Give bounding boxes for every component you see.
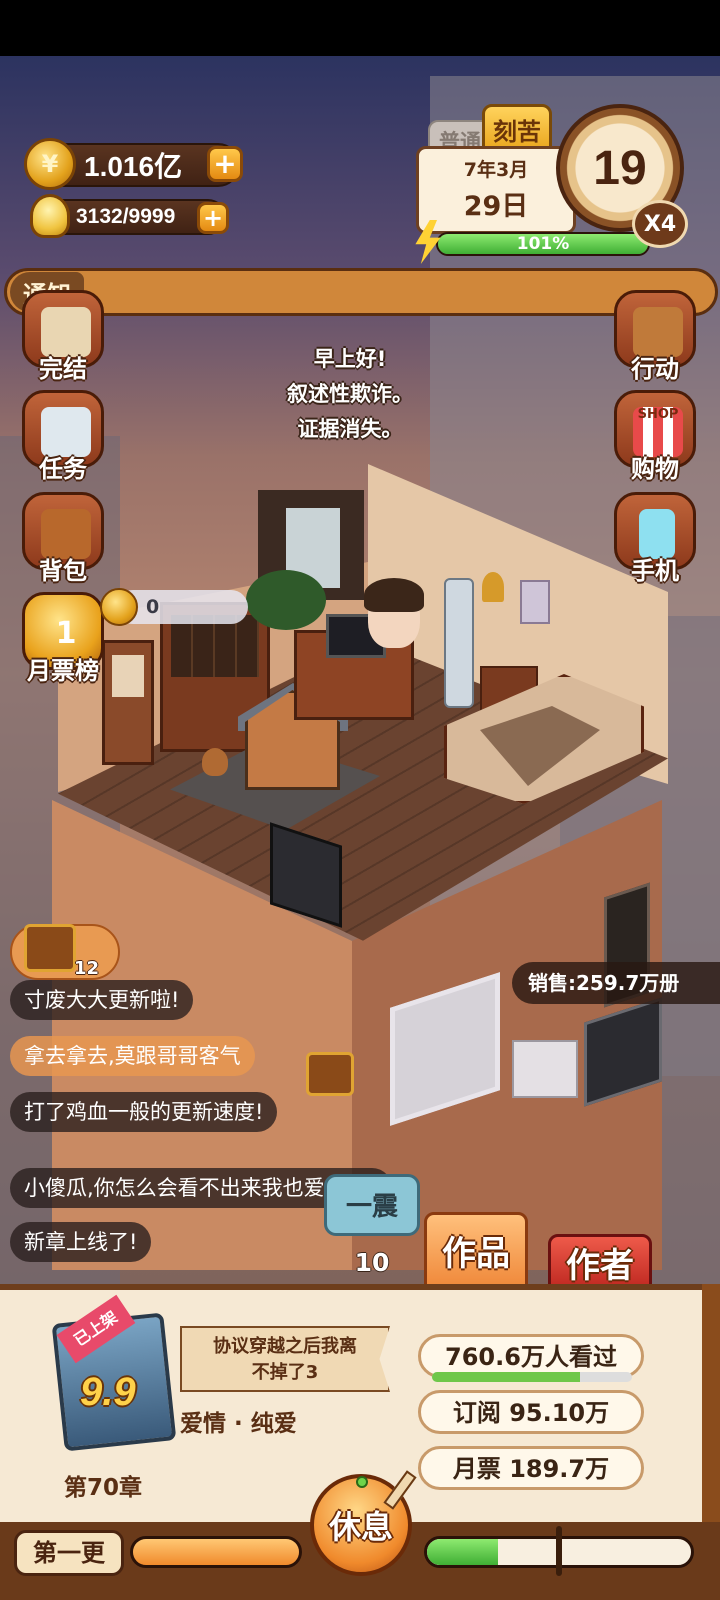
wall-poster [520, 580, 550, 624]
notification-dot [356, 1476, 368, 1488]
chest-count: 12 [74, 958, 100, 979]
menu-finish-label: 完结 [39, 355, 87, 383]
tower-fan [444, 578, 474, 708]
book-score: 9.9 [80, 1370, 136, 1414]
menu-ranking-label: 月票榜 [27, 657, 99, 685]
book-genre: 爱情 · 纯爱 [180, 1411, 297, 1437]
tab-works[interactable]: 作品 [424, 1212, 528, 1288]
trophy-icon [482, 572, 504, 602]
speed-multiplier-button[interactable]: X4 [632, 200, 688, 248]
speech-line-3: 证据消失。 [297, 417, 403, 441]
book-title-line-2: 不掉了3 [251, 1362, 319, 1383]
vote-button[interactable]: 一震 [324, 1174, 420, 1236]
coin-bubble-value: 0 [146, 596, 160, 618]
lightbulb-icon [30, 194, 70, 238]
writing-progress-fill [427, 1539, 499, 1565]
writer-character[interactable] [364, 578, 424, 648]
coin-icon [24, 138, 76, 190]
potted-plant [246, 570, 326, 630]
menu-task-button[interactable]: 任务 [18, 390, 108, 483]
sales-counter: 销售:259.7万册 [512, 962, 720, 1004]
reader-comment: 寸废大大更新啦! [10, 980, 194, 1020]
reader-comment: 新章上线了! [10, 1222, 152, 1262]
stat-monthly-ticket: 月票 189.7万 [418, 1446, 644, 1490]
reader-comment: 打了鸡血一般的更新速度! [10, 1092, 278, 1132]
add-coins-button[interactable]: + [207, 146, 243, 182]
character-speech: 早上好! 叙述性欺诈。 证据消失。 [270, 342, 430, 447]
menu-backpack-button[interactable]: 背包 [18, 492, 108, 585]
speech-line-1: 早上好! [313, 347, 387, 371]
energy-percent: 101% [516, 234, 570, 254]
vote-count: 10 [354, 1248, 390, 1277]
menu-phone-button[interactable]: 手机 [610, 492, 700, 585]
pet-dog[interactable] [202, 748, 228, 776]
book-title-line-1: 协议穿越之后我离 [213, 1336, 357, 1357]
menu-backpack-label: 背包 [39, 557, 87, 585]
views-progress [432, 1372, 632, 1382]
add-inspiration-button[interactable]: + [197, 202, 229, 234]
update-progress-fill [133, 1539, 299, 1565]
update-progress-bar [130, 1536, 302, 1568]
menu-phone-label: 手机 [631, 557, 679, 585]
air-conditioner [512, 1040, 578, 1098]
coin-amount: 1.016亿 [84, 151, 183, 182]
stat-subscribe: 订阅 95.10万 [418, 1390, 644, 1434]
menu-shop-label: 购物 [631, 455, 679, 483]
treasure-chest-icon [24, 924, 76, 972]
speech-line-2: 叙述性欺诈。 [287, 382, 413, 406]
inspiration-amount: 3132/9999 [76, 205, 176, 228]
views-progress-fill [432, 1372, 580, 1382]
status-bar [0, 0, 720, 56]
menu-finish-button[interactable]: 完结 [18, 290, 108, 383]
progress-marker [556, 1526, 562, 1576]
date-day: 29日 [463, 191, 529, 222]
menu-shop-button[interactable]: SHOP 购物 [610, 390, 700, 483]
treasure-chest-icon[interactable] [306, 1052, 354, 1096]
reader-comment-reward[interactable]: 拿去拿去,莫跟哥哥客气 [10, 1036, 255, 1076]
coin-icon [100, 588, 138, 626]
book-title: 协议穿越之后我离 不掉了3 [180, 1326, 390, 1392]
date-year-month: 7年3月 [463, 159, 529, 181]
menu-action-button[interactable]: 行动 [610, 290, 700, 383]
book-chapter: 第70章 [64, 1475, 143, 1501]
date-card: 7年3月 29日 [416, 146, 576, 234]
first-update-button[interactable]: 第一更 [14, 1530, 124, 1576]
menu-action-label: 行动 [631, 355, 679, 383]
tab-author[interactable]: 作者 [548, 1234, 652, 1290]
menu-task-label: 任务 [39, 455, 87, 483]
menu-ranking-button[interactable]: 1 月票榜 [18, 592, 108, 685]
